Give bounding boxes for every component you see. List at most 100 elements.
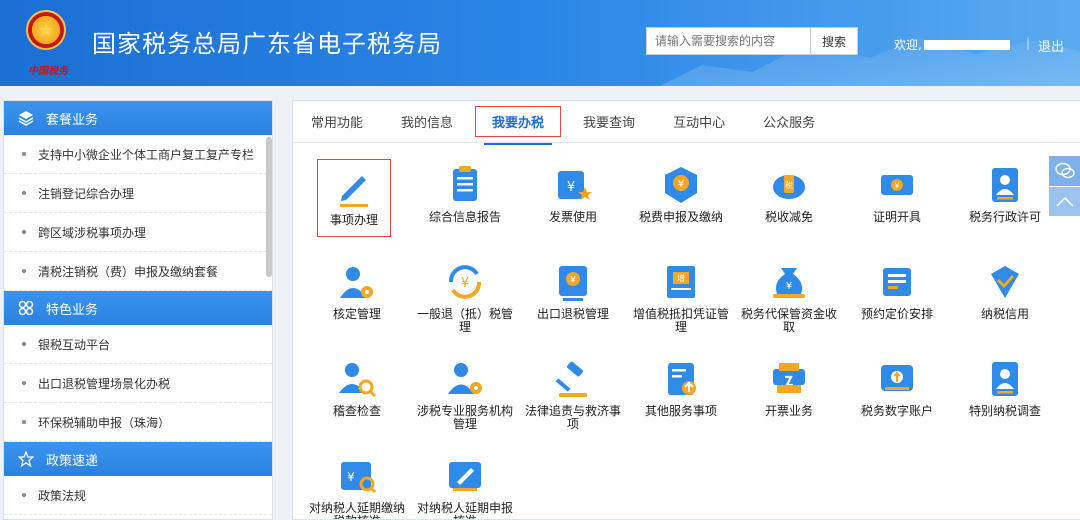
tab-common[interactable]: 常用功能 [311, 112, 363, 131]
function-tax-cube[interactable]: ¥ 税费申报及缴纳 [631, 163, 731, 224]
group-head-feature[interactable]: 特色业务 [4, 291, 272, 325]
svg-text:¥: ¥ [347, 470, 355, 484]
svg-text:¥: ¥ [786, 281, 792, 292]
pen-icon [340, 176, 368, 207]
grid-icon [18, 300, 34, 316]
function-label: 增值税抵扣凭证管理 [632, 307, 729, 334]
price-doc-icon [883, 268, 911, 296]
function-label: 出口退税管理 [536, 307, 609, 321]
function-label: 发票使用 [548, 210, 597, 224]
search-button[interactable]: 搜索 [810, 27, 858, 55]
sidebar-item-label: 银税互动平台 [38, 337, 111, 352]
logout-link[interactable]: 退出 [1038, 36, 1064, 55]
function-label: 涉税专业服务机构管理 [416, 404, 513, 431]
sidebar-item[interactable]: 出口退税管理场景化办税 [4, 364, 272, 403]
sidebar-item[interactable]: 支持中小微企业个体工商户复工复产专栏 [4, 135, 272, 174]
svg-text:¥: ¥ [461, 276, 469, 291]
function-invoice-star[interactable]: ¥ 发票使用 [523, 163, 623, 224]
star-icon [18, 451, 34, 467]
tab-interaction[interactable]: 互动中心 [673, 112, 725, 131]
function-label: 税费申报及缴纳 [638, 210, 723, 224]
function-person-search[interactable]: 稽查检查 [307, 357, 407, 418]
sidebar-item[interactable]: 银税互动平台 [4, 325, 272, 364]
function-doc-upload[interactable]: 其他服务事项 [631, 357, 731, 418]
svg-text:¥: ¥ [678, 179, 684, 190]
function-certificate-ticket[interactable]: ¥ 证明开具 [847, 163, 947, 224]
bullet-icon [22, 191, 26, 195]
site-header: ★ 中国税务 国家税务总局广东省电子税务局 搜索 欢迎, | 退出 [0, 0, 1080, 86]
function-gavel[interactable]: 法律追责与救济事项 [523, 357, 623, 431]
function-label: 特别纳税调查 [968, 404, 1041, 418]
function-refund-cycle[interactable]: ¥ 一般退（抵）税管理 [415, 260, 515, 334]
function-vat-ticket[interactable]: 增增值税抵扣凭证管理 [631, 260, 731, 334]
welcome-text: 欢迎, [894, 36, 1010, 53]
group-head-policy[interactable]: 政策速递 [4, 442, 272, 476]
tab-public-service[interactable]: 公众服务 [763, 112, 815, 131]
tax-emblem-icon: ★ [26, 10, 66, 50]
group-head-package[interactable]: 套餐业务 [4, 101, 272, 135]
tab-my-info[interactable]: 我的信息 [401, 112, 453, 131]
function-diamond-check[interactable]: 纳税信用 [955, 260, 1055, 321]
certificate-ticket-icon: ¥ [881, 175, 913, 195]
function-defer-pay[interactable]: ¥ 对纳税人延期缴纳税款核准 [307, 454, 407, 520]
svg-text:增: 增 [677, 273, 685, 283]
function-printer[interactable]: 开票业务 [739, 357, 839, 418]
money-bag-icon: ¥ [773, 268, 805, 298]
sidebar-item[interactable]: 注销登记综合办理 [4, 174, 272, 213]
welcome-label: 欢迎, [894, 38, 922, 52]
function-pen[interactable]: 事项办理 [317, 159, 391, 237]
sidebar-item-label: 清税注销税（费）申报及缴纳套餐 [38, 264, 219, 279]
bullet-icon [22, 420, 26, 424]
tab-query[interactable]: 我要查询 [583, 112, 635, 131]
function-label: 其他服务事项 [644, 404, 717, 418]
sidebar-item-label: 跨区域涉税事项办理 [38, 225, 147, 240]
search-box: 搜索 [646, 27, 858, 55]
refund-cycle-icon: ¥ [449, 265, 481, 299]
main-panel: 常用功能 我的信息 我要办税 我要查询 互动中心 公众服务 事项办理 综合信息报告… [292, 100, 1080, 520]
function-label: 法律追责与救济事项 [524, 404, 621, 431]
function-agency-gear[interactable]: 涉税专业服务机构管理 [415, 357, 515, 431]
diamond-check-icon [991, 266, 1019, 298]
emblem-caption: 中国税务 [28, 66, 68, 77]
function-price-doc[interactable]: 预约定价安排 [847, 260, 947, 321]
redacted-username [923, 39, 1010, 50]
person-card-icon [992, 168, 1018, 202]
function-money-bag[interactable]: ¥ 税务代保管资金收取 [739, 260, 839, 334]
function-document-list[interactable]: 综合信息报告 [415, 163, 515, 224]
function-tax-reduce[interactable]: 税税收减免 [739, 163, 839, 224]
person-card-2-icon [992, 362, 1018, 396]
sidebar-item[interactable]: 跨区域涉税事项办理 [4, 213, 272, 252]
function-defer-declare[interactable]: 对纳税人延期申报核准 [415, 454, 515, 520]
tax-reduce-icon: 税 [773, 175, 805, 199]
defer-declare-icon [449, 462, 481, 491]
defer-pay-icon: ¥ [341, 462, 377, 494]
function-label: 对纳税人延期申报核准 [416, 501, 513, 520]
function-digital-account[interactable]: 税务数字账户 [847, 357, 947, 418]
wechat-button[interactable] [1049, 156, 1080, 186]
bullet-icon [22, 230, 26, 234]
sidebar-scrollbar[interactable] [266, 137, 272, 277]
scroll-top-button[interactable] [1049, 186, 1080, 216]
function-label: 综合信息报告 [428, 210, 501, 224]
layers-icon [18, 110, 34, 126]
function-label: 税务代保管资金收取 [740, 307, 837, 334]
svg-text:税: 税 [785, 180, 793, 190]
function-person-card[interactable]: 税务行政许可 [955, 163, 1055, 224]
function-label: 税务行政许可 [968, 210, 1041, 224]
search-input[interactable] [646, 27, 810, 55]
sidebar-item[interactable]: 政策法规 [4, 476, 272, 515]
sidebar-item[interactable]: 清税注销税（费）申报及缴纳套餐 [4, 252, 272, 291]
bullet-icon [22, 152, 26, 156]
svg-text:¥: ¥ [567, 180, 575, 195]
site-title: 国家税务总局广东省电子税务局 [92, 30, 442, 58]
function-export-refund[interactable]: ¥ 出口退税管理 [523, 260, 623, 321]
invoice-star-icon: ¥ [558, 171, 592, 200]
function-person-gear[interactable]: 核定管理 [307, 260, 407, 321]
sidebar-item-label: 注销登记综合办理 [38, 186, 135, 201]
function-person-card-2[interactable]: 特别纳税调查 [955, 357, 1055, 418]
function-label: 对纳税人延期缴纳税款核准 [308, 501, 405, 520]
sidebar-item-label: 支持中小微企业个体工商户复工复产专栏 [38, 147, 255, 162]
bullet-icon [22, 381, 26, 385]
sidebar-item[interactable]: 环保税辅助申报（珠海） [4, 403, 272, 442]
tab-do-tax[interactable]: 我要办税 [475, 106, 562, 145]
